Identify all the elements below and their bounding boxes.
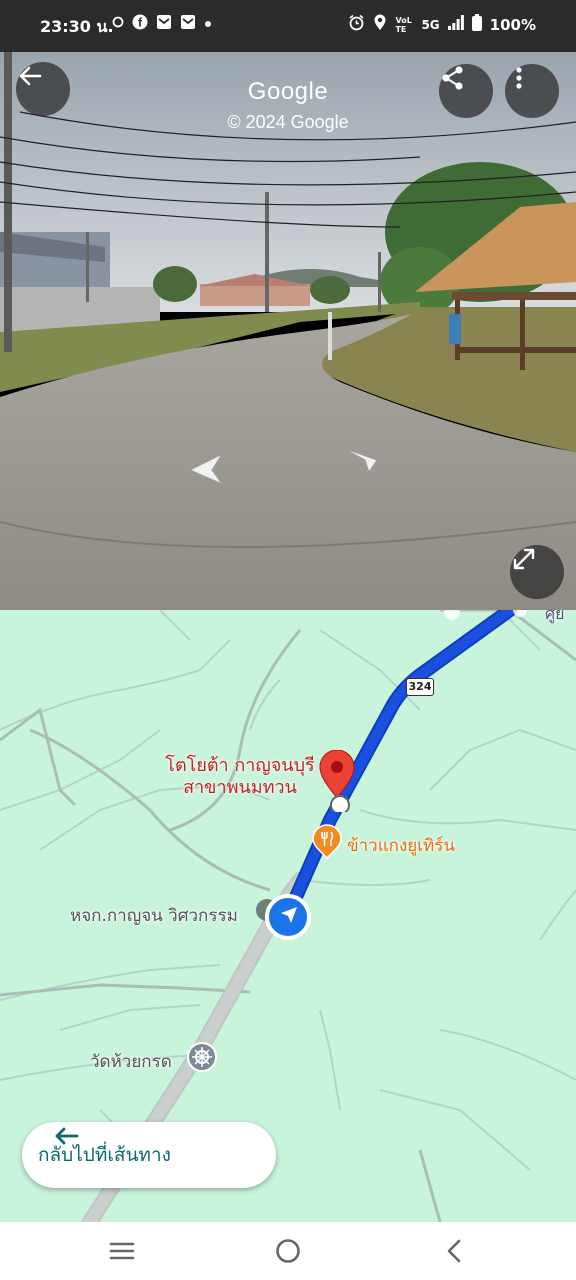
mail-icon	[180, 14, 196, 34]
volte-label: VoLTE	[395, 15, 412, 34]
notification-icons: f	[112, 14, 212, 34]
fullscreen-button[interactable]	[510, 545, 564, 599]
home-icon[interactable]	[273, 1236, 303, 1266]
nav-arrow-right-icon[interactable]	[341, 444, 381, 474]
destination-label[interactable]: โตโยต้า กาญจนบุรี สาขาพนมทวน	[160, 755, 320, 799]
status-bar: 23:30 น. f VoLTE 5G 100%	[0, 0, 576, 52]
temple-label[interactable]: วัดห้วยกรด	[90, 1048, 172, 1075]
copyright-text: © 2024 Google	[227, 112, 349, 132]
system-nav-bar	[0, 1222, 576, 1280]
street-view-panorama[interactable]: Google © 2024 Google	[0, 52, 576, 610]
facebook-icon: f	[132, 14, 148, 34]
company-label[interactable]: หจก.กาญจน วิศวกรรม	[70, 902, 238, 929]
partial-place-label: ศูย	[545, 610, 565, 623]
fullscreen-icon	[513, 548, 535, 570]
back-to-route-button[interactable]: กลับไปที่เส้นทาง	[22, 1122, 276, 1188]
dot-icon	[204, 16, 212, 32]
system-icons: VoLTE 5G 100%	[348, 14, 536, 35]
battery-percent: 100%	[489, 15, 536, 34]
map-view[interactable]: ศูย 324 โตโยต้า กาญจนบุรี สาขาพนมทวน ข้า…	[0, 610, 576, 1222]
restaurant-icon[interactable]	[310, 824, 344, 862]
route-shield: 324	[406, 678, 434, 696]
circle-icon	[112, 16, 124, 32]
more-vert-icon	[516, 67, 522, 89]
mail-icon	[156, 14, 172, 34]
street-view-image[interactable]	[0, 52, 576, 610]
network-label: 5G	[421, 17, 440, 32]
signal-icon	[447, 15, 464, 34]
status-time: 23:30 น.	[40, 17, 114, 36]
current-location-icon[interactable]	[264, 893, 312, 941]
more-options-button[interactable]	[505, 64, 559, 118]
nav-arrow-left-icon[interactable]	[186, 450, 226, 490]
share-icon	[442, 66, 463, 90]
location-icon	[373, 14, 387, 35]
alarm-icon	[348, 14, 365, 35]
battery-icon	[471, 14, 482, 35]
destination-pin-icon[interactable]	[317, 750, 357, 812]
share-button[interactable]	[439, 64, 493, 118]
restaurant-label[interactable]: ข้าวแกงยูเทิร์น	[347, 832, 455, 859]
temple-icon[interactable]	[186, 1041, 218, 1073]
back-arrow-icon	[55, 1127, 79, 1145]
recents-icon[interactable]	[107, 1236, 137, 1266]
back-icon[interactable]	[440, 1236, 470, 1266]
